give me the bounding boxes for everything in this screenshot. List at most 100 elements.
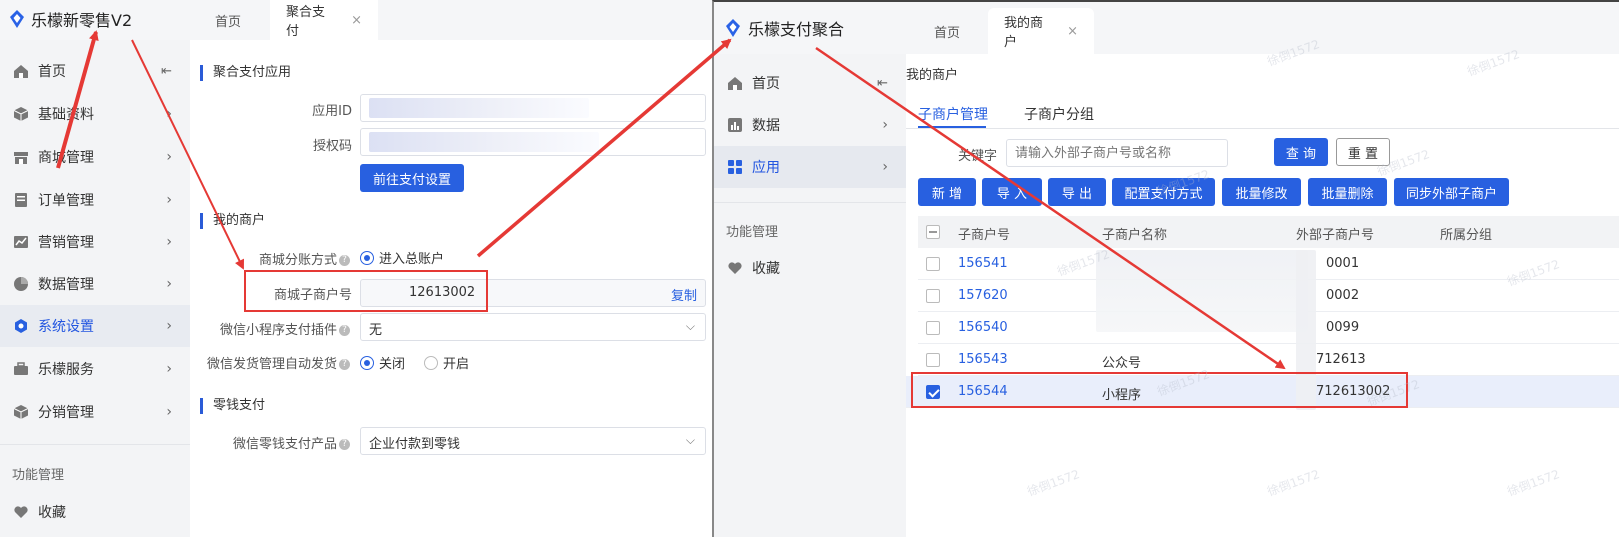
sidebar-item-data[interactable]: 数据 › bbox=[714, 104, 906, 146]
grid-icon bbox=[726, 158, 744, 176]
row-checkbox[interactable] bbox=[926, 321, 940, 335]
row-checkbox[interactable] bbox=[926, 289, 940, 303]
right-app-window: 乐檬支付聚合 首页 我的商户 × 首页 ⇤ 数据 › 应用 › 功能管理 收藏 我… bbox=[712, 0, 1619, 537]
select-all-checkbox[interactable] bbox=[926, 225, 940, 239]
subtab-sub-merchant-group[interactable]: 子商户分组 bbox=[1024, 104, 1094, 124]
tab-label: 首页 bbox=[215, 14, 242, 30]
mini-plugin-select[interactable]: 无 ⌵ bbox=[360, 313, 706, 341]
tab-home[interactable]: 首页 bbox=[199, 0, 257, 40]
sidebar-item-label: 乐檬服务 bbox=[38, 362, 94, 378]
left-logo[interactable]: 乐檬新零售V2 bbox=[8, 6, 132, 32]
redacted-blur bbox=[369, 132, 599, 152]
query-button[interactable]: 查 询 bbox=[1274, 138, 1328, 166]
tab-home[interactable]: 首页 bbox=[918, 8, 976, 54]
redacted-blur bbox=[1096, 250, 1308, 332]
sidebar-item-data[interactable]: 数据管理 › bbox=[0, 263, 190, 305]
tab-aggregate-pay[interactable]: 聚合支付 × bbox=[270, 0, 378, 40]
radio-checked-icon[interactable] bbox=[360, 355, 374, 370]
sidebar-item-orders[interactable]: 订单管理 › bbox=[0, 179, 190, 221]
right-logo[interactable]: 乐檬支付聚合 bbox=[724, 16, 844, 40]
left-app-window: 乐檬新零售V2 首页 聚合支付 × 首页 ⇤ 基础资料 › 商城管理 › 订单管理… bbox=[0, 0, 712, 537]
section-title: 零钱支付 bbox=[200, 398, 265, 414]
copy-button[interactable]: 复制 bbox=[671, 285, 697, 304]
keyword-input[interactable] bbox=[1006, 139, 1228, 167]
lemon-logo-icon bbox=[726, 19, 740, 37]
sub-merchant-id-link[interactable]: 157620 bbox=[958, 288, 1008, 303]
external-id: 0001 bbox=[1326, 256, 1360, 271]
section-title: 我的商户 bbox=[200, 213, 265, 229]
add-button[interactable]: 新 增 bbox=[918, 178, 976, 206]
export-button[interactable]: 导 出 bbox=[1048, 178, 1106, 206]
left-sidebar: 首页 ⇤ 基础资料 › 商城管理 › 订单管理 › 营销管理 › 数据管理 › bbox=[0, 40, 190, 537]
bar-chart-icon bbox=[726, 116, 744, 134]
external-id: 0099 bbox=[1326, 320, 1360, 335]
subtab-sub-merchant-management[interactable]: 子商户管理 bbox=[918, 104, 988, 124]
sub-merchant-name: 公众号 bbox=[1102, 356, 1142, 371]
sidebar-item-label: 首页 bbox=[38, 64, 66, 80]
home-icon bbox=[726, 74, 744, 92]
sub-merchant-id-link[interactable]: 156540 bbox=[958, 320, 1008, 335]
label-text: 微信发货管理自动发货 bbox=[206, 357, 337, 372]
sub-merchant-id-link[interactable]: 156541 bbox=[958, 256, 1008, 271]
shop-icon bbox=[12, 148, 30, 166]
sidebar-item-marketing[interactable]: 营销管理 › bbox=[0, 221, 190, 263]
goto-pay-settings-button[interactable]: 前往支付设置 bbox=[360, 164, 464, 192]
radio-checked-icon[interactable] bbox=[360, 250, 374, 265]
breadcrumb: 我的商户 bbox=[906, 68, 959, 83]
sidebar-item-system-settings[interactable]: 系统设置 › bbox=[0, 305, 190, 347]
external-id: 0002 bbox=[1326, 288, 1360, 303]
sidebar-section-label: 功能管理 bbox=[726, 225, 779, 240]
briefcase-icon bbox=[12, 360, 30, 378]
help-icon[interactable]: ? bbox=[339, 255, 350, 266]
close-icon[interactable]: × bbox=[351, 13, 362, 28]
mini-plugin-label: 微信小程序支付插件? bbox=[190, 319, 350, 338]
close-icon[interactable]: × bbox=[1067, 24, 1078, 39]
sidebar-item-home[interactable]: 首页 ⇤ bbox=[714, 62, 906, 104]
column-header: 子商户号 bbox=[958, 228, 1011, 243]
radio-label: 关闭 bbox=[379, 357, 406, 372]
help-icon[interactable]: ? bbox=[339, 359, 350, 370]
sync-external-button[interactable]: 同步外部子商户 bbox=[1394, 178, 1509, 206]
row-checkbox[interactable] bbox=[926, 353, 940, 367]
table-header bbox=[918, 216, 1619, 248]
sidebar-item-lemon-service[interactable]: 乐檬服务 › bbox=[0, 348, 190, 390]
watermark: 徐倒1572 bbox=[1265, 467, 1322, 499]
tab-label: 首页 bbox=[934, 25, 961, 41]
sidebar-item-home[interactable]: 首页 ⇤ bbox=[0, 50, 190, 92]
auth-code-label: 授权码 bbox=[312, 139, 352, 154]
sidebar-item-label: 分销管理 bbox=[38, 405, 94, 421]
tab-my-merchants[interactable]: 我的商户 × bbox=[988, 8, 1094, 54]
sidebar-item-apps[interactable]: 应用 › bbox=[714, 146, 906, 188]
help-icon[interactable]: ? bbox=[339, 439, 350, 450]
chevron-down-icon: ⌵ bbox=[685, 319, 695, 333]
chart-line-icon bbox=[12, 233, 30, 251]
help-icon[interactable]: ? bbox=[339, 325, 350, 336]
row-checkbox[interactable] bbox=[926, 257, 940, 271]
change-product-select[interactable]: 企业付款到零钱 ⌵ bbox=[360, 427, 706, 455]
sidebar-item-mall[interactable]: 商城管理 › bbox=[0, 136, 190, 178]
redacted-blur bbox=[369, 98, 589, 118]
app-id-input[interactable] bbox=[360, 94, 706, 122]
sub-merchant-id-link[interactable]: 156543 bbox=[958, 352, 1008, 367]
sidebar-item-basic-data[interactable]: 基础资料 › bbox=[0, 93, 190, 135]
subtab-divider bbox=[906, 128, 1619, 129]
sidebar-item-favorites[interactable]: 收藏 bbox=[0, 491, 190, 533]
batch-delete-button[interactable]: 批量删除 bbox=[1308, 178, 1387, 206]
collapse-sidebar-icon[interactable]: ⇤ bbox=[161, 64, 172, 79]
app-title: 乐檬支付聚合 bbox=[748, 20, 845, 39]
radio-unchecked-icon[interactable] bbox=[424, 355, 439, 370]
sidebar-item-label: 首页 bbox=[752, 76, 780, 92]
split-mode-radio[interactable]: 进入总账户 bbox=[360, 248, 444, 267]
collapse-sidebar-icon[interactable]: ⇤ bbox=[877, 76, 888, 91]
sidebar-item-label: 数据管理 bbox=[38, 277, 94, 293]
pie-icon bbox=[12, 275, 30, 293]
select-value: 企业付款到零钱 bbox=[369, 437, 461, 452]
sidebar-item-distribution[interactable]: 分销管理 › bbox=[0, 391, 190, 433]
sidebar-item-favorites[interactable]: 收藏 bbox=[714, 247, 906, 289]
chevron-right-icon: › bbox=[166, 106, 172, 122]
import-button[interactable]: 导 入 bbox=[982, 178, 1042, 206]
sidebar-item-label: 营销管理 bbox=[38, 235, 94, 251]
radio-label: 进入总账户 bbox=[379, 252, 445, 267]
auth-code-input[interactable] bbox=[360, 128, 706, 156]
batch-edit-button[interactable]: 批量修改 bbox=[1222, 178, 1301, 206]
